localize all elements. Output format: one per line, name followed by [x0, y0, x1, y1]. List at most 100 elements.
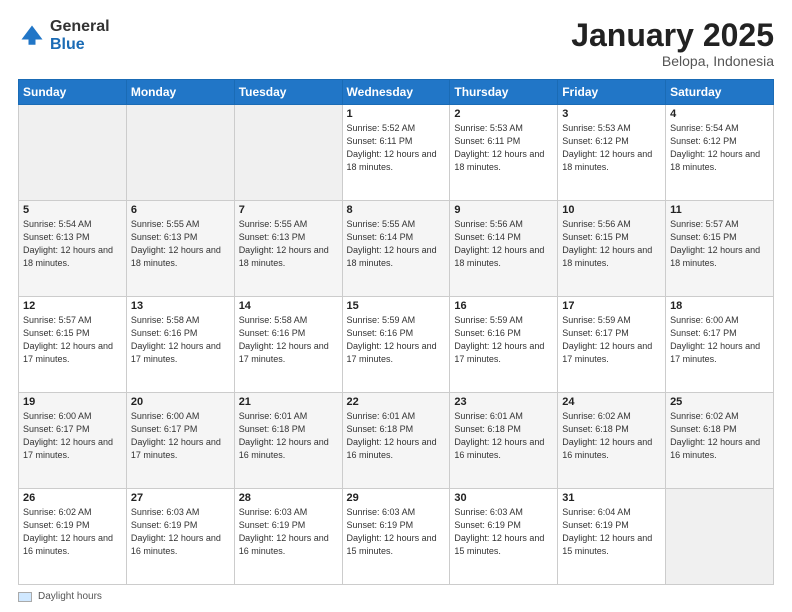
day-info: Sunrise: 5:58 AM Sunset: 6:16 PM Dayligh…	[239, 314, 338, 366]
day-number: 10	[562, 204, 661, 216]
day-info: Sunrise: 6:03 AM Sunset: 6:19 PM Dayligh…	[131, 506, 230, 558]
logo: General Blue	[18, 18, 110, 53]
day-number: 18	[670, 300, 769, 312]
calendar-cell: 19Sunrise: 6:00 AM Sunset: 6:17 PM Dayli…	[19, 393, 127, 489]
calendar-day-header: Monday	[126, 80, 234, 105]
month-title: January 2025	[571, 18, 774, 53]
calendar-cell	[126, 105, 234, 201]
day-number: 30	[454, 492, 553, 504]
day-number: 21	[239, 396, 338, 408]
day-info: Sunrise: 5:53 AM Sunset: 6:11 PM Dayligh…	[454, 122, 553, 174]
day-info: Sunrise: 6:02 AM Sunset: 6:18 PM Dayligh…	[670, 410, 769, 462]
logo-blue-text: Blue	[50, 36, 110, 54]
day-number: 13	[131, 300, 230, 312]
calendar-cell: 22Sunrise: 6:01 AM Sunset: 6:18 PM Dayli…	[342, 393, 450, 489]
day-info: Sunrise: 6:01 AM Sunset: 6:18 PM Dayligh…	[239, 410, 338, 462]
day-info: Sunrise: 6:00 AM Sunset: 6:17 PM Dayligh…	[131, 410, 230, 462]
day-info: Sunrise: 5:52 AM Sunset: 6:11 PM Dayligh…	[347, 122, 446, 174]
calendar-cell: 21 Sunrise: 6:01 AM Sunset: 6:18 PM Dayli…	[234, 393, 342, 489]
calendar-cell: 6Sunrise: 5:55 AM Sunset: 6:13 PM Daylig…	[126, 201, 234, 297]
calendar-cell: 3Sunrise: 5:53 AM Sunset: 6:12 PM Daylig…	[558, 105, 666, 201]
calendar-week-row: 5 Sunrise: 5:54 AM Sunset: 6:13 PM Daylig…	[19, 201, 774, 297]
calendar-cell: 13 Sunrise: 5:58 AM Sunset: 6:16 PM Dayli…	[126, 297, 234, 393]
day-info: Sunrise: 6:03 AM Sunset: 6:19 PM Dayligh…	[454, 506, 553, 558]
page: General Blue January 2025 Belopa, Indone…	[0, 0, 792, 612]
calendar-week-row: 1 Sunrise: 5:52 AM Sunset: 6:11 PM Daylig…	[19, 105, 774, 201]
day-number: 1	[347, 108, 446, 120]
calendar-cell: 17Sunrise: 5:59 AM Sunset: 6:17 PM Dayli…	[558, 297, 666, 393]
day-number: 4	[670, 108, 769, 120]
header: General Blue January 2025 Belopa, Indone…	[18, 18, 774, 69]
day-number: 11	[670, 204, 769, 216]
calendar-week-row: 19Sunrise: 6:00 AM Sunset: 6:17 PM Dayli…	[19, 393, 774, 489]
day-number: 29	[347, 492, 446, 504]
calendar-week-row: 12 Sunrise: 5:57 AM Sunset: 6:15 PM Dayli…	[19, 297, 774, 393]
calendar-cell: 24Sunrise: 6:02 AM Sunset: 6:18 PM Dayli…	[558, 393, 666, 489]
logo-icon	[18, 22, 46, 50]
calendar-cell: 27 Sunrise: 6:03 AM Sunset: 6:19 PM Dayli…	[126, 489, 234, 585]
calendar-cell	[666, 489, 774, 585]
day-info: Sunrise: 5:57 AM Sunset: 6:15 PM Dayligh…	[23, 314, 122, 366]
calendar-cell	[234, 105, 342, 201]
calendar-cell: 10 Sunrise: 5:56 AM Sunset: 6:15 PM Dayli…	[558, 201, 666, 297]
calendar-week-row: 26 Sunrise: 6:02 AM Sunset: 6:19 PM Dayli…	[19, 489, 774, 585]
calendar-cell: 12 Sunrise: 5:57 AM Sunset: 6:15 PM Dayli…	[19, 297, 127, 393]
day-info: Sunrise: 5:59 AM Sunset: 6:16 PM Dayligh…	[347, 314, 446, 366]
calendar-day-header: Wednesday	[342, 80, 450, 105]
day-info: Sunrise: 5:58 AM Sunset: 6:16 PM Dayligh…	[131, 314, 230, 366]
day-number: 16	[454, 300, 553, 312]
day-info: Sunrise: 6:04 AM Sunset: 6:19 PM Dayligh…	[562, 506, 661, 558]
calendar-cell: 29 Sunrise: 6:03 AM Sunset: 6:19 PM Dayli…	[342, 489, 450, 585]
day-info: Sunrise: 6:01 AM Sunset: 6:18 PM Dayligh…	[454, 410, 553, 462]
calendar-cell: 26 Sunrise: 6:02 AM Sunset: 6:19 PM Dayli…	[19, 489, 127, 585]
day-info: Sunrise: 6:00 AM Sunset: 6:17 PM Dayligh…	[23, 410, 122, 462]
day-number: 26	[23, 492, 122, 504]
calendar-day-header: Friday	[558, 80, 666, 105]
day-info: Sunrise: 6:03 AM Sunset: 6:19 PM Dayligh…	[347, 506, 446, 558]
calendar-cell	[19, 105, 127, 201]
day-number: 12	[23, 300, 122, 312]
footer-label: Daylight hours	[38, 591, 102, 602]
calendar-header-row: SundayMondayTuesdayWednesdayThursdayFrid…	[19, 80, 774, 105]
day-info: Sunrise: 6:02 AM Sunset: 6:18 PM Dayligh…	[562, 410, 661, 462]
location: Belopa, Indonesia	[571, 53, 774, 69]
day-number: 28	[239, 492, 338, 504]
day-number: 5	[23, 204, 122, 216]
calendar-cell: 20 Sunrise: 6:00 AM Sunset: 6:17 PM Dayli…	[126, 393, 234, 489]
calendar-cell: 31 Sunrise: 6:04 AM Sunset: 6:19 PM Dayli…	[558, 489, 666, 585]
day-number: 14	[239, 300, 338, 312]
calendar-cell: 11Sunrise: 5:57 AM Sunset: 6:15 PM Dayli…	[666, 201, 774, 297]
day-info: Sunrise: 5:54 AM Sunset: 6:13 PM Dayligh…	[23, 218, 122, 270]
logo-general-text: General	[50, 18, 110, 36]
calendar-cell: 5 Sunrise: 5:54 AM Sunset: 6:13 PM Daylig…	[19, 201, 127, 297]
day-info: Sunrise: 6:01 AM Sunset: 6:18 PM Dayligh…	[347, 410, 446, 462]
day-info: Sunrise: 5:54 AM Sunset: 6:12 PM Dayligh…	[670, 122, 769, 174]
calendar-cell: 15 Sunrise: 5:59 AM Sunset: 6:16 PM Dayli…	[342, 297, 450, 393]
calendar-day-header: Thursday	[450, 80, 558, 105]
calendar-day-header: Tuesday	[234, 80, 342, 105]
day-number: 20	[131, 396, 230, 408]
calendar-cell: 9Sunrise: 5:56 AM Sunset: 6:14 PM Daylig…	[450, 201, 558, 297]
day-number: 8	[347, 204, 446, 216]
calendar-cell: 4 Sunrise: 5:54 AM Sunset: 6:12 PM Daylig…	[666, 105, 774, 201]
day-number: 25	[670, 396, 769, 408]
day-info: Sunrise: 5:55 AM Sunset: 6:13 PM Dayligh…	[239, 218, 338, 270]
calendar-cell: 8Sunrise: 5:55 AM Sunset: 6:14 PM Daylig…	[342, 201, 450, 297]
calendar-day-header: Sunday	[19, 80, 127, 105]
day-number: 7	[239, 204, 338, 216]
day-number: 31	[562, 492, 661, 504]
day-number: 15	[347, 300, 446, 312]
day-info: Sunrise: 5:56 AM Sunset: 6:15 PM Dayligh…	[562, 218, 661, 270]
day-number: 3	[562, 108, 661, 120]
calendar-cell: 1 Sunrise: 5:52 AM Sunset: 6:11 PM Daylig…	[342, 105, 450, 201]
day-number: 27	[131, 492, 230, 504]
day-number: 2	[454, 108, 553, 120]
calendar-cell: 30 Sunrise: 6:03 AM Sunset: 6:19 PM Dayli…	[450, 489, 558, 585]
day-number: 9	[454, 204, 553, 216]
day-info: Sunrise: 6:02 AM Sunset: 6:19 PM Dayligh…	[23, 506, 122, 558]
daylight-legend-box	[18, 592, 32, 602]
day-info: Sunrise: 5:59 AM Sunset: 6:16 PM Dayligh…	[454, 314, 553, 366]
logo-text: General Blue	[50, 18, 110, 53]
calendar-cell: 2 Sunrise: 5:53 AM Sunset: 6:11 PM Daylig…	[450, 105, 558, 201]
day-number: 17	[562, 300, 661, 312]
